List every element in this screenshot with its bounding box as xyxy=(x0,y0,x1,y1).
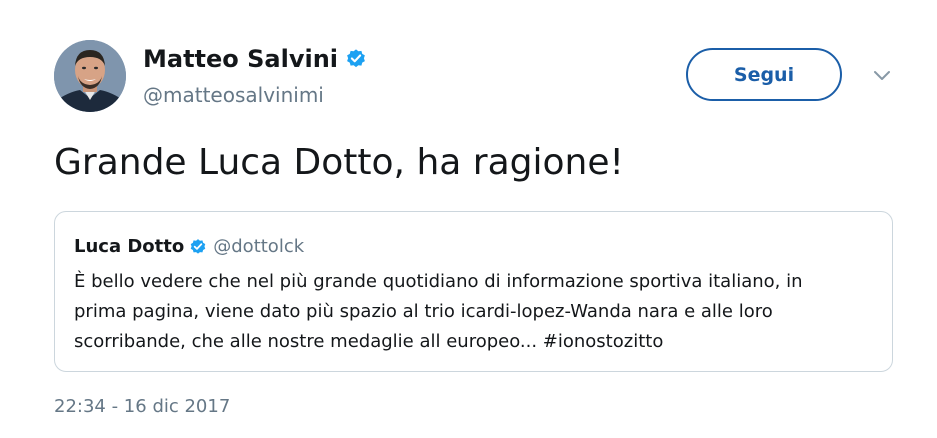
chevron-down-icon[interactable] xyxy=(872,68,892,84)
follow-button[interactable]: Segui xyxy=(686,48,842,101)
author-name[interactable]: Matteo Salvini xyxy=(143,44,367,74)
quoted-tweet-text: È bello vedere che nel più grande quotid… xyxy=(74,267,864,357)
verified-badge-icon xyxy=(189,238,207,256)
quoted-text-line: prima pagina, viene dato più spazio al t… xyxy=(74,301,773,322)
quoted-tweet-header: Luca Dotto @dottolck xyxy=(74,235,304,259)
quoted-tweet[interactable]: Luca Dotto @dottolck È bello vedere che … xyxy=(54,211,893,372)
author-name-text[interactable]: Matteo Salvini xyxy=(143,44,338,74)
quoted-author-handle: @dottolck xyxy=(213,236,305,257)
tweet-timestamp[interactable]: 22:34 - 16 dic 2017 xyxy=(54,394,230,420)
quoted-text-line: È bello vedere che nel più grande quotid… xyxy=(74,271,803,292)
avatar-image xyxy=(54,40,126,112)
verified-badge-icon xyxy=(345,48,367,70)
tweet-text: Grande Luca Dotto, ha ragione! xyxy=(54,142,624,183)
author-handle[interactable]: @matteosalvinimi xyxy=(143,82,324,108)
avatar[interactable] xyxy=(54,40,126,112)
quoted-author-name: Luca Dotto xyxy=(74,236,185,257)
quoted-text-line: scorribande, che alle nostre medaglie al… xyxy=(74,331,664,352)
